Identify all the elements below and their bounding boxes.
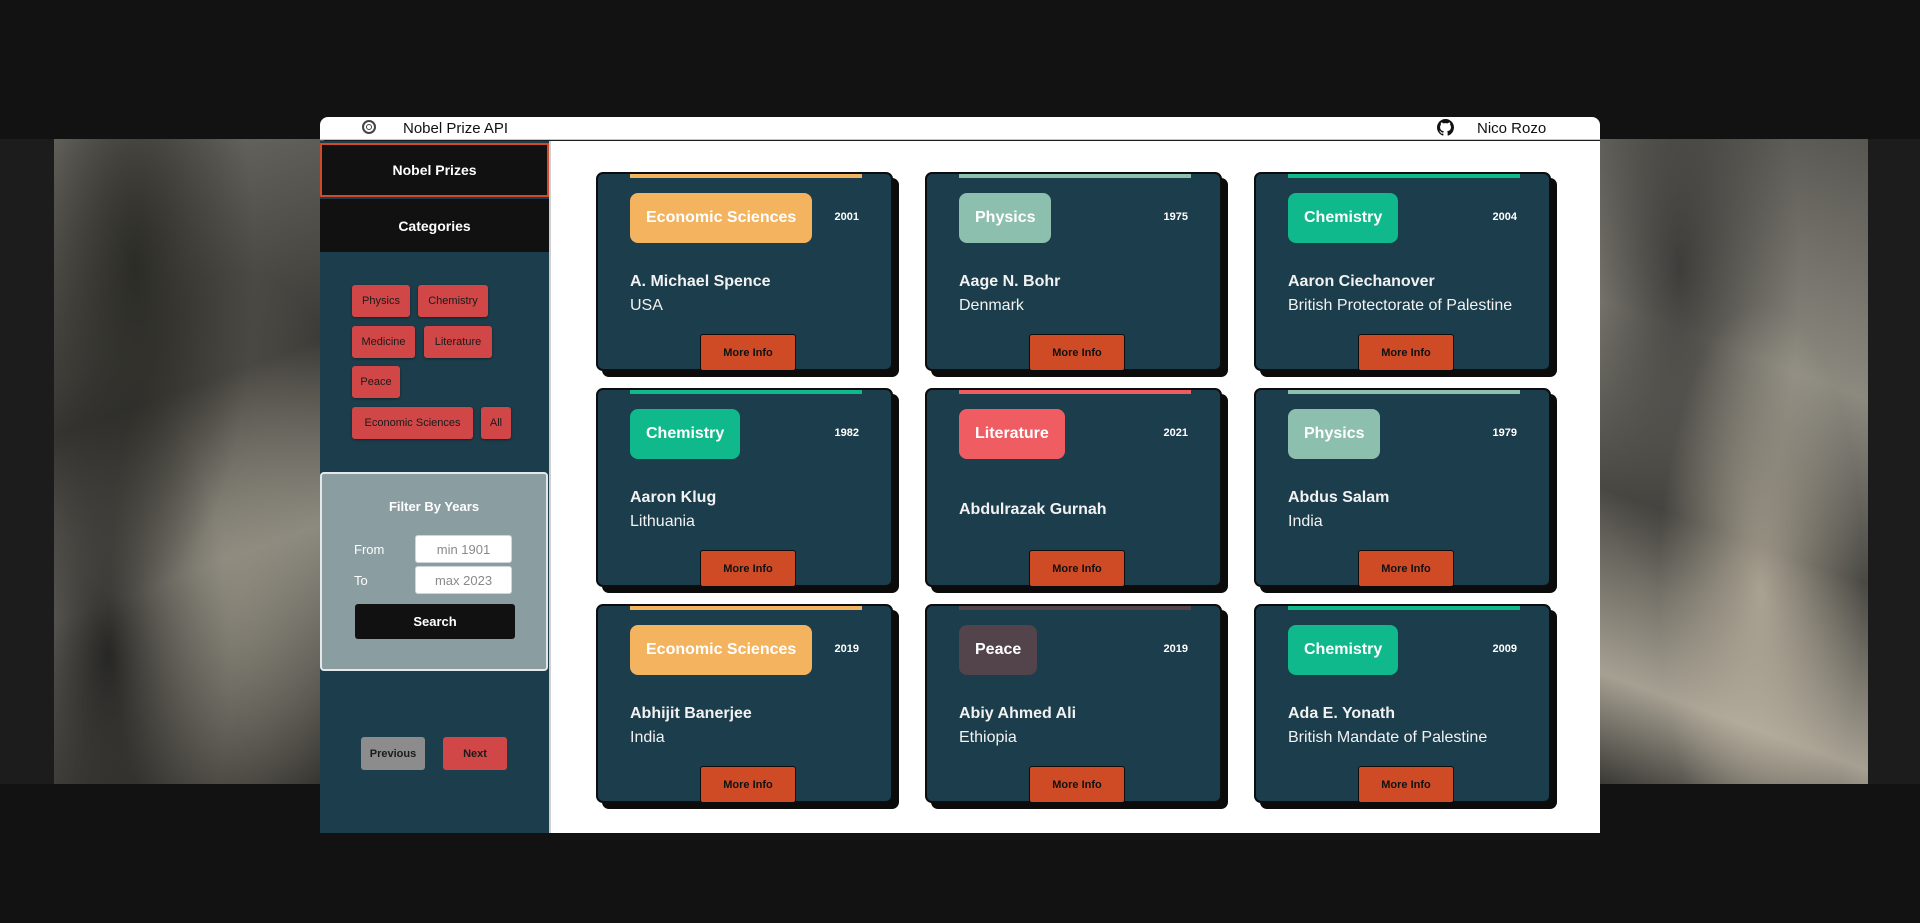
from-label: From [354,542,385,557]
category-badge: Physics [959,193,1052,243]
github-icon[interactable] [1437,119,1454,136]
prize-card: Literature 2021 Abdulrazak Gurnah More I… [925,388,1222,587]
laureate-name: Aage N. Bohr [959,273,1061,290]
year-to-input[interactable] [415,566,512,594]
category-badge: Chemistry [1288,625,1399,675]
laureate-name: Aaron Ciechanover [1288,273,1435,290]
prize-year: 1982 [834,427,859,439]
year-from-input[interactable] [415,535,512,563]
category-color-bar [630,390,862,394]
prize-card: Chemistry 2004 Aaron Ciechanover British… [1254,172,1551,371]
laureate-name: A. Michael Spence [630,273,771,290]
year-filter-panel: Filter By Years From To Search [320,472,548,671]
category-badge: Economic Sciences [630,625,813,675]
prize-year: 2004 [1492,211,1517,223]
laureate-country: Ethiopia [959,729,1017,746]
prize-card: Physics 1975 Aage N. Bohr Denmark More I… [925,172,1222,371]
to-label: To [354,573,368,588]
prize-card: Peace 2019 Abiy Ahmed Ali Ethiopia More … [925,604,1222,803]
category-chip-physics[interactable]: Physics [352,285,410,317]
more-info-button[interactable]: More Info [700,334,796,371]
category-color-bar [1288,390,1520,394]
category-color-bar [1288,174,1520,178]
laureate-name: Abdulrazak Gurnah [959,501,1107,518]
prize-card: Chemistry 2009 Ada E. Yonath British Man… [1254,604,1551,803]
prize-year: 2019 [834,643,859,655]
laureate-country: British Protectorate of Palestine [1288,297,1513,314]
category-chip-economic-sciences[interactable]: Economic Sciences [352,407,473,439]
app-name[interactable]: Nobel Prize API [403,120,508,137]
laureate-country: India [630,729,665,746]
laureate-country: India [1288,513,1323,530]
previous-button[interactable]: Previous [361,737,425,770]
category-chip-all[interactable]: All [481,407,511,439]
category-badge: Economic Sciences [630,193,813,243]
prize-year: 2001 [834,211,859,223]
more-info-button[interactable]: More Info [1029,766,1125,803]
category-badge: Peace [959,625,1038,675]
category-color-bar [959,606,1191,610]
category-color-bar [959,174,1191,178]
category-badge: Physics [1288,409,1381,459]
prize-year: 2019 [1163,643,1188,655]
category-color-bar [959,390,1191,394]
category-chip-literature[interactable]: Literature [424,326,492,358]
nav-nobel-prizes[interactable]: Nobel Prizes [320,143,549,197]
category-color-bar [630,174,862,178]
category-badge: Chemistry [630,409,741,459]
prize-card: Economic Sciences 2019 Abhijit Banerjee … [596,604,893,803]
more-info-button[interactable]: More Info [1029,550,1125,587]
more-info-button[interactable]: More Info [1029,334,1125,371]
top-navbar: Nobel Prize API Nico Rozo [320,117,1600,140]
laureate-country: British Mandate of Palestine [1288,729,1488,746]
more-info-button[interactable]: More Info [700,766,796,803]
laureate-country: Lithuania [630,513,695,530]
laureate-country: USA [630,297,663,314]
laureate-country: Denmark [959,297,1024,314]
prize-card: Economic Sciences 2001 A. Michael Spence… [596,172,893,371]
more-info-button[interactable]: More Info [1358,334,1454,371]
prize-year: 1979 [1492,427,1517,439]
category-chip-chemistry[interactable]: Chemistry [418,285,488,317]
category-chip-peace[interactable]: Peace [352,366,400,398]
filter-title: Filter By Years [388,499,480,514]
laureate-name: Ada E. Yonath [1288,705,1395,722]
more-info-button[interactable]: More Info [700,550,796,587]
background-artwork-right [1600,139,1868,784]
prize-year: 2009 [1492,643,1517,655]
category-color-bar [1288,606,1520,610]
laureate-name: Abiy Ahmed Ali [959,705,1077,722]
app-logo-icon[interactable] [362,120,376,134]
prize-card: Chemistry 1982 Aaron Klug Lithuania More… [596,388,893,587]
laureate-name: Aaron Klug [630,489,717,506]
author-link[interactable]: Nico Rozo [1477,120,1546,137]
nav-categories[interactable]: Categories [320,199,549,252]
category-badge: Literature [959,409,1065,459]
laureate-name: Abdus Salam [1288,489,1390,506]
laureate-name: Abhijit Banerjee [630,705,752,722]
category-chip-medicine[interactable]: Medicine [352,326,415,358]
category-color-bar [630,606,862,610]
prize-card: Physics 1979 Abdus Salam India More Info [1254,388,1551,587]
more-info-button[interactable]: More Info [1358,550,1454,587]
next-button[interactable]: Next [443,737,507,770]
more-info-button[interactable]: More Info [1358,766,1454,803]
prize-year: 2021 [1163,427,1188,439]
category-badge: Chemistry [1288,193,1399,243]
search-button[interactable]: Search [355,604,515,639]
background-artwork-left [54,139,324,784]
prize-year: 1975 [1163,211,1188,223]
